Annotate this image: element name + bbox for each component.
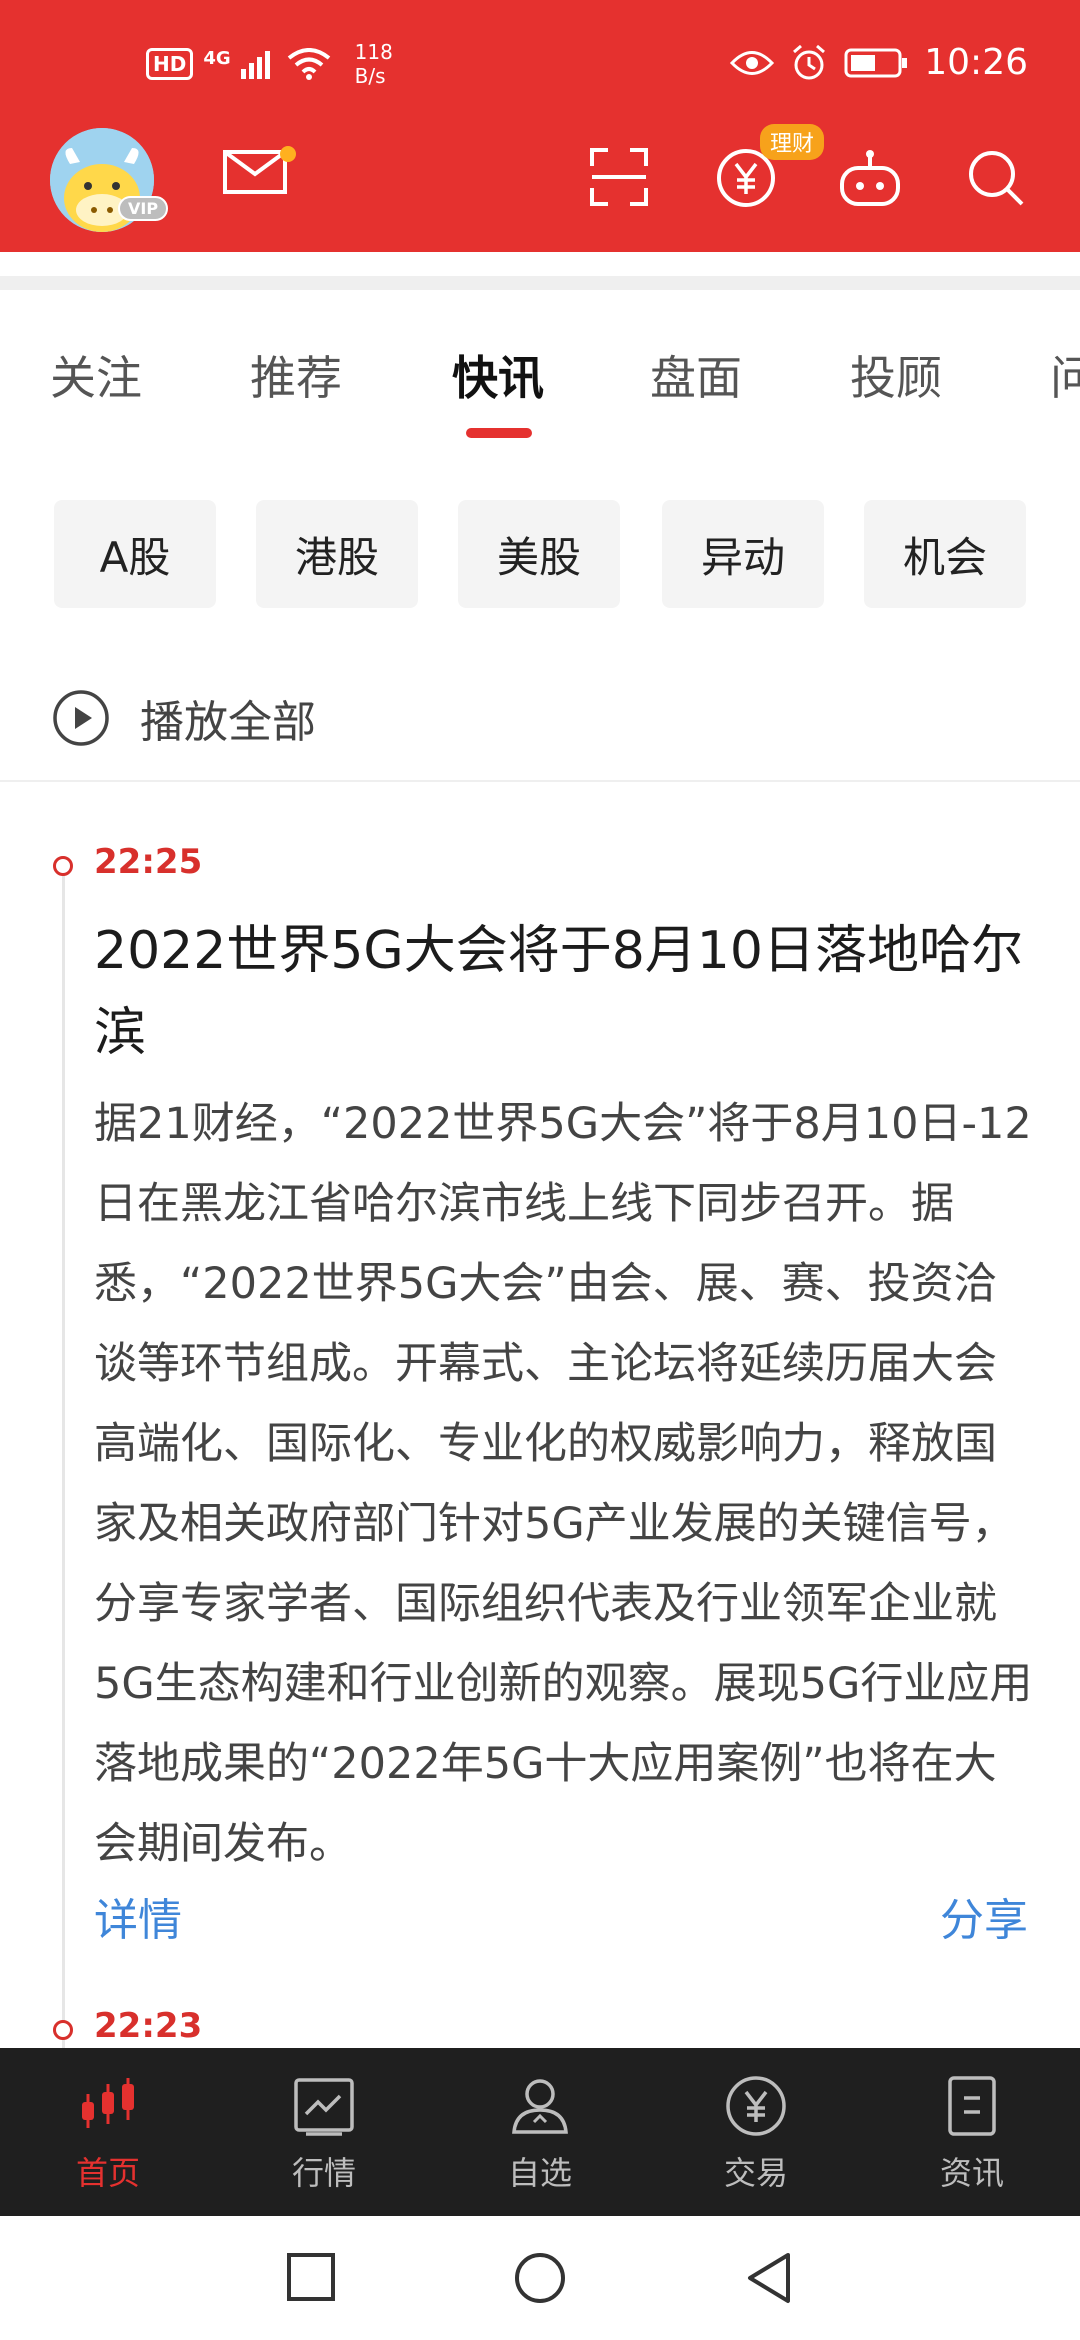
eye-icon bbox=[730, 50, 775, 75]
circle-icon[interactable] bbox=[512, 2250, 568, 2306]
nav-home[interactable]: 首页 bbox=[0, 2048, 216, 2216]
nav-label: 资讯 bbox=[939, 2154, 1004, 2192]
tab-guanzhu[interactable]: 关注 bbox=[50, 342, 142, 408]
robot-icon[interactable] bbox=[838, 148, 902, 208]
nav-trade[interactable]: 交易 bbox=[648, 2048, 864, 2216]
detail-link[interactable]: 详情 bbox=[94, 1884, 182, 1948]
market-filter-chips: A股 港股 美股 异动 机会 bbox=[0, 500, 1080, 610]
user-star-icon bbox=[512, 2079, 568, 2134]
nav-label: 行情 bbox=[291, 2154, 356, 2192]
nav-label: 自选 bbox=[507, 2154, 572, 2192]
status-left: HD 4G 118 B/s bbox=[146, 40, 393, 88]
play-all-label: 播放全部 bbox=[140, 697, 316, 748]
chip-a-shares[interactable]: A股 bbox=[54, 500, 216, 608]
chip-movers[interactable]: 异动 bbox=[662, 500, 824, 608]
timeline-line bbox=[62, 865, 65, 2050]
nav-label: 交易 bbox=[723, 2154, 788, 2192]
triangle-back-icon[interactable] bbox=[742, 2250, 796, 2306]
news-title[interactable]: 2022世界5G大会将于8月10日落地哈尔滨 bbox=[94, 910, 1034, 1074]
status-right: 10:26 bbox=[730, 42, 1028, 83]
search-icon[interactable] bbox=[966, 148, 1026, 208]
tab-panmian[interactable]: 盘面 bbox=[650, 342, 742, 408]
chart-icon bbox=[294, 2078, 354, 2136]
news-time: 22:25 bbox=[94, 842, 203, 882]
section-divider bbox=[0, 780, 1080, 782]
document-icon bbox=[948, 2076, 996, 2136]
mail-icon[interactable] bbox=[222, 146, 288, 196]
hd-indicator: HD bbox=[146, 48, 194, 80]
alarm-icon bbox=[793, 44, 826, 79]
category-tabs: 关注 推荐 快讯 盘面 投顾 问 bbox=[0, 320, 1080, 450]
network-speed: 118 B/s bbox=[355, 40, 393, 88]
app-header: HD 4G 118 B/s 10:26 VIP 理财 bbox=[0, 0, 1080, 252]
status-bar: HD 4G 118 B/s 10:26 bbox=[0, 0, 1080, 130]
licai-badge: 理财 bbox=[760, 124, 825, 160]
scan-icon[interactable] bbox=[590, 148, 648, 206]
yen-circle-icon bbox=[726, 2076, 786, 2136]
mail-unread-dot bbox=[280, 146, 296, 162]
speed-value: 118 bbox=[354, 40, 393, 64]
play-all-button[interactable]: 播放全部 bbox=[52, 686, 316, 750]
battery-icon bbox=[844, 48, 908, 77]
chip-us-shares[interactable]: 美股 bbox=[458, 500, 620, 608]
tab-wen[interactable]: 问 bbox=[1050, 342, 1080, 408]
chip-opportunities[interactable]: 机会 bbox=[864, 500, 1026, 608]
tab-tougu[interactable]: 投顾 bbox=[850, 342, 942, 408]
nav-label: 首页 bbox=[75, 2154, 140, 2192]
news-body: 据21财经，“2022世界5G大会”将于8月10日-12日在黑龙江省哈尔滨市线上… bbox=[94, 1099, 1033, 1869]
speed-unit: B/s bbox=[354, 64, 386, 88]
nav-news[interactable]: 资讯 bbox=[864, 2048, 1080, 2216]
signal-icon bbox=[240, 51, 270, 79]
wifi-icon bbox=[287, 48, 330, 80]
square-icon[interactable] bbox=[284, 2250, 338, 2304]
vip-badge: VIP bbox=[118, 196, 169, 221]
share-link[interactable]: 分享 bbox=[940, 1884, 1028, 1948]
timeline-dot bbox=[53, 2020, 73, 2040]
timeline-dot bbox=[53, 856, 73, 876]
play-icon bbox=[53, 690, 109, 746]
system-nav-bar bbox=[0, 2216, 1080, 2340]
tab-kuaixun[interactable]: 快讯 bbox=[452, 342, 544, 408]
header-separator bbox=[0, 252, 1080, 292]
tab-tuijian[interactable]: 推荐 bbox=[250, 342, 342, 408]
bottom-nav: 首页 行情 自选 交易 资讯 bbox=[0, 2048, 1080, 2216]
chip-hk-shares[interactable]: 港股 bbox=[256, 500, 418, 608]
clock: 10:26 bbox=[924, 42, 1028, 83]
active-tab-indicator bbox=[466, 428, 532, 438]
news-time: 22:23 bbox=[94, 2006, 203, 2046]
network-type: 4G bbox=[203, 47, 231, 69]
candlestick-icon bbox=[82, 2078, 134, 2128]
nav-watchlist[interactable]: 自选 bbox=[432, 2048, 648, 2216]
nav-market[interactable]: 行情 bbox=[216, 2048, 432, 2216]
